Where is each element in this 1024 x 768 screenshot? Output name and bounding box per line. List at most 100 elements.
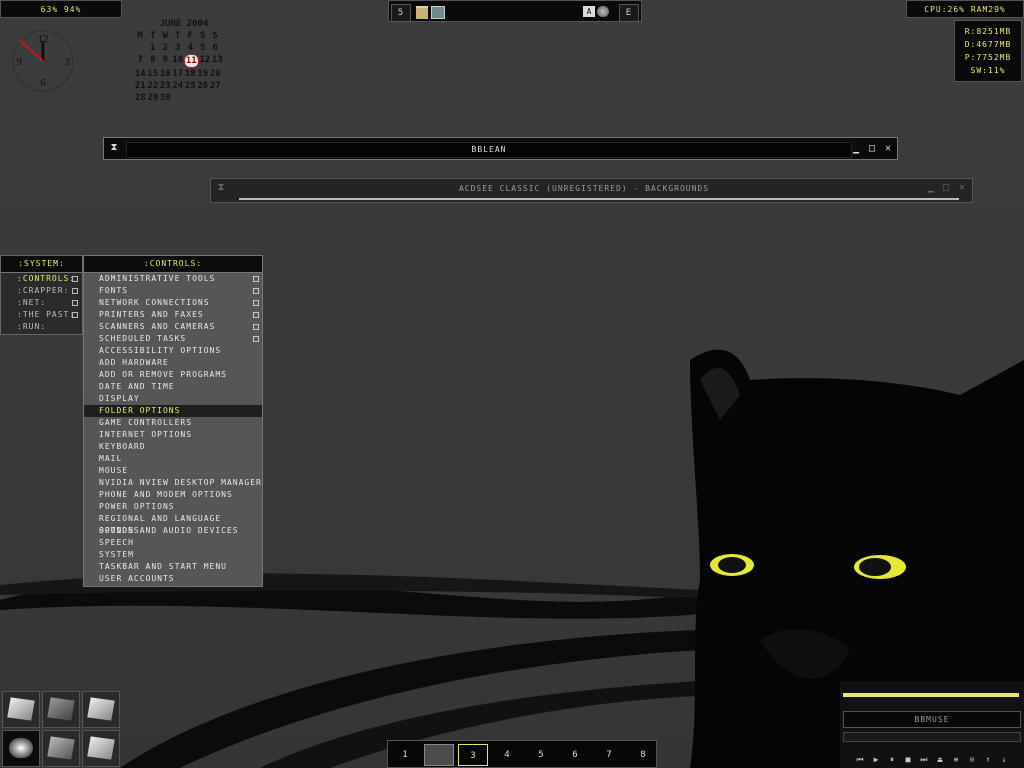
submenu-icon: [253, 336, 259, 342]
menu-item[interactable]: ADD OR REMOVE PROGRAMS: [84, 369, 262, 381]
menu-item[interactable]: POWER OPTIONS: [84, 501, 262, 513]
menu-item[interactable]: DATE AND TIME: [84, 381, 262, 393]
menu-item[interactable]: SPEECH: [84, 537, 262, 549]
menu-item[interactable]: SOUNDS AND AUDIO DEVICES: [84, 525, 262, 537]
calendar-day: 6: [212, 43, 218, 53]
menu-item-the-past[interactable]: :THE PAST:: [1, 309, 82, 321]
menu-item[interactable]: MAIL: [84, 453, 262, 465]
window-title[interactable]: BBLEAN: [126, 142, 852, 158]
workspace-6-button[interactable]: 6: [560, 744, 590, 766]
menu-item[interactable]: INTERNET OPTIONS: [84, 429, 262, 441]
menu-item[interactable]: FONTS: [84, 285, 262, 297]
acdsee-window[interactable]: ⧗ ACDSEE CLASSIC (UNREGISTERED) - BACKGR…: [210, 178, 973, 203]
menu-item[interactable]: SYSTEM: [84, 549, 262, 561]
menu-item[interactable]: KEYBOARD: [84, 441, 262, 453]
workspace-8-button[interactable]: 8: [628, 744, 658, 766]
tray-e-button[interactable]: E: [619, 4, 639, 22]
calendar-day: 22: [147, 81, 159, 91]
pause-icon[interactable]: ⏸: [886, 754, 898, 766]
calendar-day: 23: [159, 81, 171, 91]
calendar-day: [209, 92, 222, 104]
picture-icon[interactable]: [431, 6, 445, 19]
drive-icon[interactable]: [42, 730, 80, 767]
calendar-day: 15: [147, 69, 159, 79]
seek-bar[interactable]: [843, 732, 1021, 742]
notepad-icon[interactable]: [2, 691, 40, 728]
submenu-icon: [72, 300, 78, 306]
next-icon[interactable]: ⏭: [918, 754, 930, 766]
menu-item-crapper[interactable]: :CRAPPER:: [1, 285, 82, 297]
menu-item-controls[interactable]: :CONTROLS:: [1, 273, 82, 285]
workspace-1-button[interactable]: 1: [390, 744, 420, 766]
weekday-label: W: [162, 31, 168, 41]
clock-numeral-3: 3: [64, 56, 70, 68]
menu-item[interactable]: GAME CONTROLLERS: [84, 417, 262, 429]
calendar-weekdays: MTWTFSS: [134, 30, 234, 42]
player-label: BBMUSE: [843, 711, 1021, 728]
menu-item[interactable]: USER ACCOUNTS: [84, 573, 262, 585]
workspace-5-button[interactable]: 5: [526, 744, 556, 766]
menu-item[interactable]: FOLDER OPTIONS: [84, 405, 262, 417]
maximize-icon[interactable]: □: [866, 143, 878, 155]
bblean-window[interactable]: ⧗ BBLEAN ▁ □ ✕: [103, 137, 898, 160]
prev-icon[interactable]: ⏮: [854, 754, 866, 766]
menu-item[interactable]: PHONE AND MODEM OPTIONS: [84, 489, 262, 501]
weekday-label: T: [150, 31, 156, 41]
calendar-day: 11: [184, 54, 199, 68]
menu-item[interactable]: DISPLAY: [84, 393, 262, 405]
globe-icon[interactable]: [597, 6, 609, 17]
menu-item-net[interactable]: :NET:: [1, 297, 82, 309]
window-title[interactable]: ACDSEE CLASSIC (UNREGISTERED) - BACKGROU…: [225, 182, 943, 196]
close-icon[interactable]: ✕: [956, 182, 968, 194]
menu-item[interactable]: PRINTERS AND FAXES: [84, 309, 262, 321]
clock-numeral-9: 9: [16, 56, 22, 68]
menu-item[interactable]: TASKBAR AND START MENU: [84, 561, 262, 573]
controls-menu[interactable]: :CONTROLS: ADMINISTRATIVE TOOLS FONTS NETW…: [83, 255, 263, 587]
calendar-day: 16: [159, 69, 171, 79]
menu-item-run[interactable]: :RUN:: [1, 321, 82, 333]
minimize-icon[interactable]: ▁: [925, 182, 937, 194]
folder-icon[interactable]: [416, 6, 428, 19]
menu-item[interactable]: ADD HARDWARE: [84, 357, 262, 369]
folder-icon[interactable]: [42, 691, 80, 728]
panther-icon[interactable]: [2, 730, 40, 767]
weekday-label: S: [200, 31, 206, 41]
menu-item[interactable]: ACCESSIBILITY OPTIONS: [84, 345, 262, 357]
window-menu-icon[interactable]: ⧗: [108, 142, 120, 154]
wallpaper-signature: MANDOLUXX: [2, 603, 35, 610]
menu-item[interactable]: NVIDIA NVIEW DESKTOP MANAGER: [84, 477, 262, 489]
playlist-icon[interactable]: ≡: [950, 754, 962, 766]
weekday-label: T: [175, 31, 181, 41]
menu-item[interactable]: MOUSE: [84, 465, 262, 477]
menu-item[interactable]: ADMINISTRATIVE TOOLS: [84, 273, 262, 285]
workspace-4-button[interactable]: 4: [492, 744, 522, 766]
calendar-day: 3: [175, 43, 181, 53]
documents-icon[interactable]: [82, 730, 120, 767]
explorer-icon[interactable]: [82, 691, 120, 728]
calendar-day: 5: [200, 43, 206, 53]
memory-line: P:7752MB: [964, 53, 1012, 62]
menu-item[interactable]: NETWORK CONNECTIONS: [84, 297, 262, 309]
eject-icon[interactable]: ⏏: [934, 754, 946, 766]
font-icon[interactable]: A: [583, 6, 595, 17]
stop-icon[interactable]: ■: [902, 754, 914, 766]
menu-item[interactable]: SCHEDULED TASKS: [84, 333, 262, 345]
menu-item[interactable]: SCANNERS AND CAMERAS: [84, 321, 262, 333]
settings-icon[interactable]: ⊙: [966, 754, 978, 766]
workspace-3-button[interactable]: 3: [458, 744, 488, 766]
play-icon[interactable]: ▶: [870, 754, 882, 766]
calendar-day: 12: [199, 55, 211, 65]
system-menu[interactable]: :SYSTEM: :CONTROLS: :CRAPPER: :NET: :THE…: [0, 255, 83, 335]
maximize-icon[interactable]: □: [940, 182, 952, 194]
volume-up-icon[interactable]: ↑: [982, 754, 994, 766]
close-icon[interactable]: ✕: [882, 143, 894, 155]
workspace-2-button[interactable]: [424, 744, 454, 766]
workspace-5-button[interactable]: 5: [391, 4, 411, 22]
minimize-icon[interactable]: ▁: [850, 143, 862, 155]
volume-bar[interactable]: [843, 693, 1019, 697]
menu-item[interactable]: REGIONAL AND LANGUAGE OPTIONS: [84, 513, 262, 535]
workspace-7-button[interactable]: 7: [594, 744, 624, 766]
calendar-day: 8: [150, 55, 156, 65]
volume-down-icon[interactable]: ↓: [998, 754, 1010, 766]
calendar-day: 9: [162, 55, 168, 65]
